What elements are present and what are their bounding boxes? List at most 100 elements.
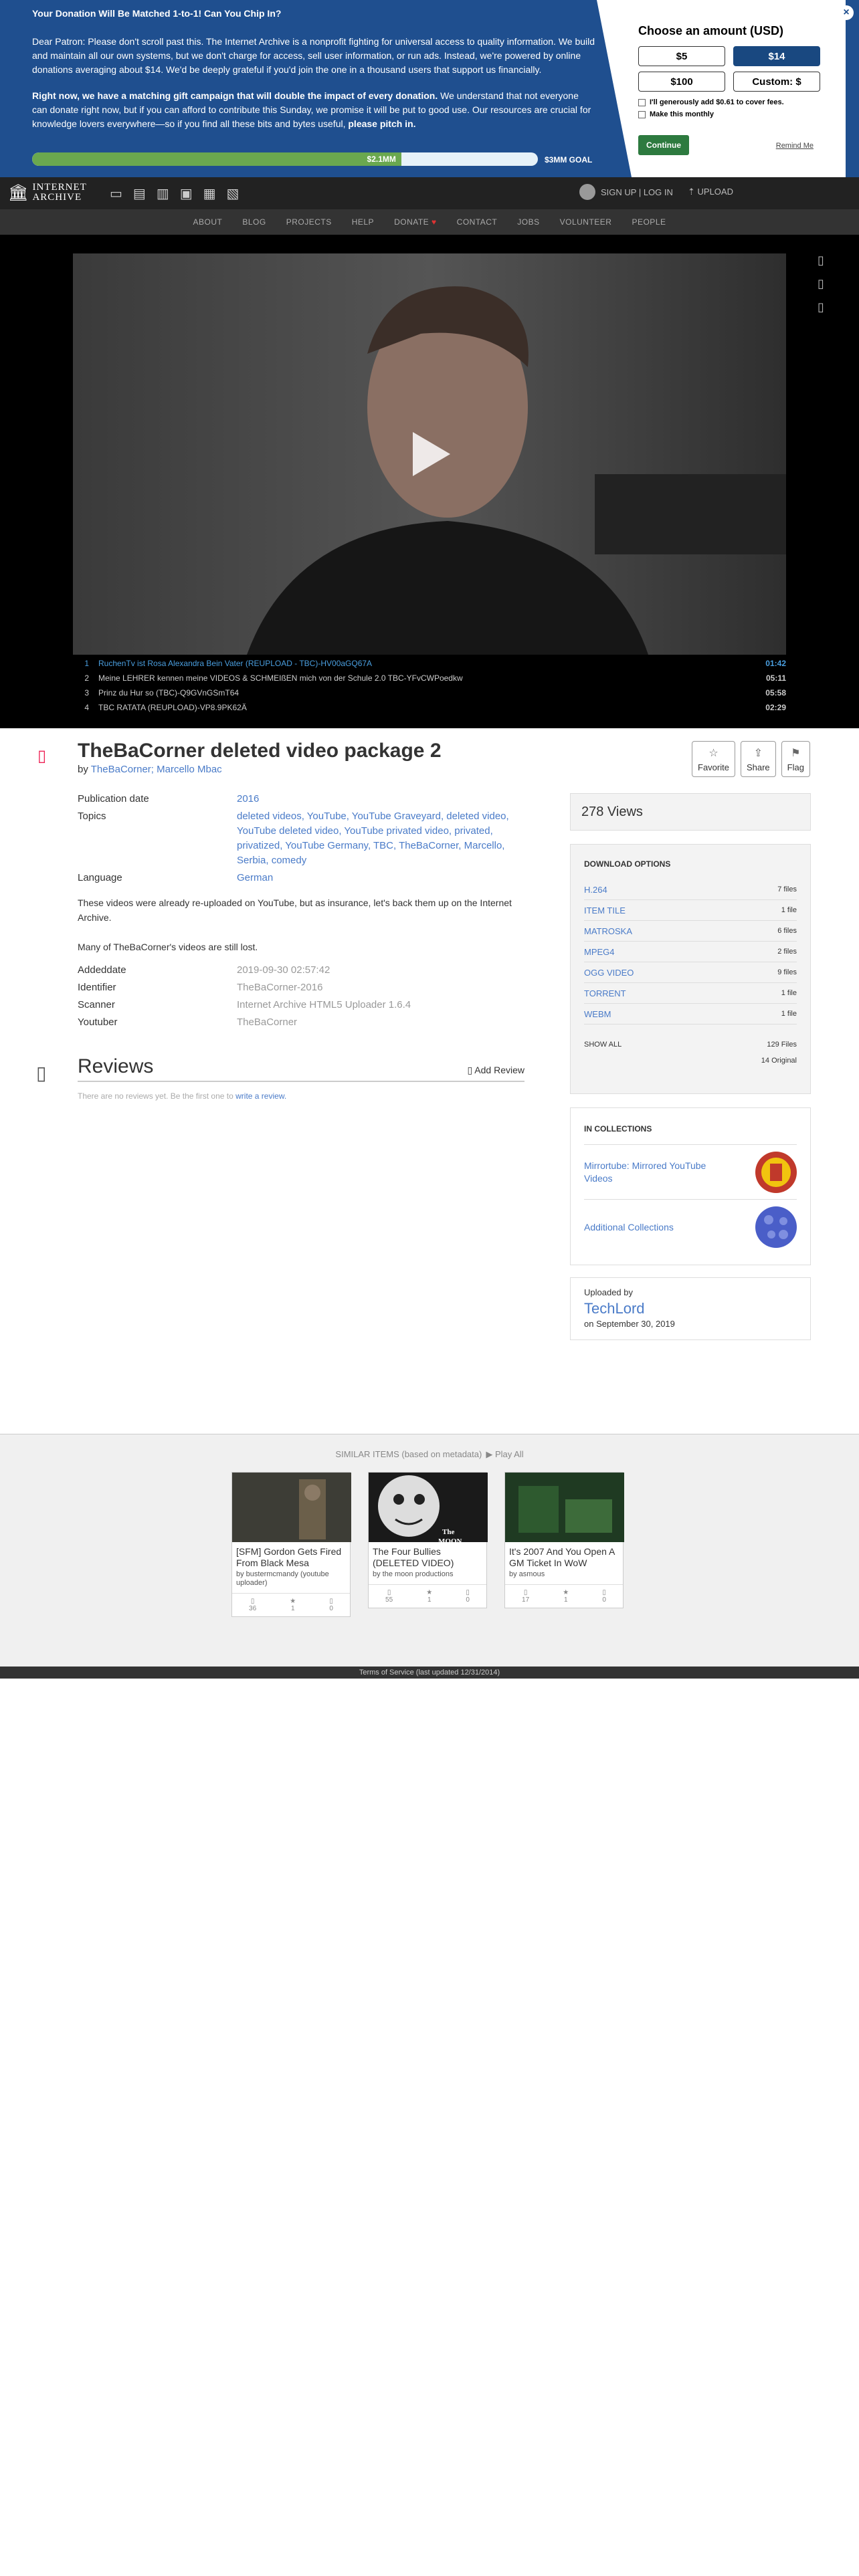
format-link[interactable]: MATROSKA	[584, 926, 632, 936]
format-link[interactable]: H.264	[584, 885, 607, 895]
track-title: Prinz du Hur so (TBC)-Q9GVnGSmT64	[98, 688, 240, 697]
nav-contact[interactable]: CONTACT	[457, 217, 498, 227]
nav-volunteer[interactable]: VOLUNTEER	[560, 217, 612, 227]
item-metadata-extra: Addeddate 2019-09-30 02:57:42 Identifier T…	[78, 963, 533, 1033]
creator-link[interactable]: TheBaCorner; Marcello Mbac	[91, 764, 222, 775]
format-link[interactable]: OGG VIDEO	[584, 968, 634, 978]
similar-item-thumbnail[interactable]	[232, 1473, 351, 1542]
similar-item-thumbnail[interactable]: The MOON	[369, 1473, 488, 1542]
meta-key: Identifier	[78, 982, 116, 993]
play-icon: ▶	[486, 1449, 495, 1459]
format-link[interactable]: WEBM	[584, 1009, 611, 1019]
meta-value-link[interactable]: 2016	[237, 792, 533, 807]
similar-item-thumbnail[interactable]	[505, 1473, 624, 1542]
meta-key: Addeddate	[78, 964, 126, 976]
download-row[interactable]: MATROSKA 6 files	[584, 921, 797, 942]
collections-box: IN COLLECTIONS Mirrortube: Mirrored YouT…	[570, 1107, 811, 1265]
web-icon[interactable]: ▭	[110, 185, 122, 202]
continue-button[interactable]: Continue	[638, 135, 689, 155]
amount-5-button[interactable]: $5	[638, 46, 725, 66]
write-review-link[interactable]: write a review.	[235, 1091, 286, 1101]
download-row[interactable]: TORRENT 1 file	[584, 983, 797, 1004]
similar-item-card[interactable]: The MOON The Four Bullies (DELETED VIDEO)…	[368, 1472, 488, 1608]
favorites-stat: ★ 1	[426, 1589, 433, 1604]
thumbnail-image	[505, 1473, 624, 1542]
video-player[interactable]	[73, 253, 786, 655]
nav-about[interactable]: ABOUT	[193, 217, 222, 227]
collection-thumbnail[interactable]	[755, 1206, 797, 1248]
language-link[interactable]: German	[237, 871, 533, 885]
video-icon[interactable]: ▥	[157, 185, 169, 202]
similar-item-card[interactable]: It's 2007 And You Open A GM Ticket In Wo…	[504, 1472, 624, 1608]
signup-login-link[interactable]: SIGN UP | LOG IN	[579, 184, 673, 200]
cover-fees-label: I'll generously add $0.61 to cover fees.	[650, 98, 784, 106]
playlist-item[interactable]: 1 RuchenTv ist Rosa Alexandra Bein Vater …	[73, 656, 786, 671]
download-row[interactable]: OGG VIDEO 9 files	[584, 962, 797, 983]
uploader-link[interactable]: TechLord	[584, 1300, 797, 1317]
upload-link[interactable]: ⇡ UPLOAD	[688, 187, 733, 197]
nav-jobs[interactable]: JOBS	[517, 217, 539, 227]
topics-links[interactable]: deleted videos, YouTube, YouTube Graveya…	[237, 809, 533, 868]
play-icon[interactable]	[413, 432, 450, 476]
similar-item-stats: ▯ 55 ★ 1 ▯ 0	[369, 1584, 486, 1608]
download-row[interactable]: MPEG4 2 files	[584, 942, 797, 962]
nav-help[interactable]: HELP	[352, 217, 374, 227]
collection-thumbnail[interactable]	[755, 1151, 797, 1193]
download-row[interactable]: WEBM 1 file	[584, 1004, 797, 1025]
amount-14-button[interactable]: $14	[733, 46, 820, 66]
item-actions: ☆ Favorite ⇪ Share ⚑ Flag	[692, 741, 810, 777]
item-title: TheBaCorner deleted video package 2	[78, 740, 442, 762]
nav-projects[interactable]: PROJECTS	[286, 217, 332, 227]
similar-item-title[interactable]: [SFM] Gordon Gets Fired From Black Mesa	[232, 1542, 350, 1570]
add-review-button[interactable]: ▯ Add Review	[467, 1065, 524, 1076]
internet-archive-logo[interactable]: 🏛 INTERNET ARCHIVE	[8, 183, 87, 203]
share-label: Share	[746, 762, 770, 772]
additional-collections-image	[755, 1206, 797, 1248]
playlist-item[interactable]: 4 TBC RATATA (REUPLOAD)-VP8.9PK62Ä 02:29	[73, 700, 786, 715]
settings-icon[interactable]: ▯	[818, 277, 824, 291]
collection-item[interactable]: Additional Collections	[584, 1200, 797, 1255]
track-duration: 02:29	[765, 703, 786, 712]
collection-item[interactable]: Mirrortube: Mirrored YouTube Videos	[584, 1145, 797, 1200]
collection-link[interactable]: Additional Collections	[584, 1221, 731, 1234]
amount-100-button[interactable]: $100	[638, 72, 725, 92]
remind-me-link[interactable]: Remind Me	[776, 142, 814, 150]
collection-link[interactable]: Mirrortube: Mirrored YouTube Videos	[584, 1160, 731, 1185]
choose-amount-label: Choose an amount (USD)	[638, 24, 784, 37]
nav-people[interactable]: PEOPLE	[632, 217, 666, 227]
similar-item-title[interactable]: The Four Bullies (DELETED VIDEO)	[369, 1542, 486, 1570]
format-link[interactable]: ITEM TILE	[584, 905, 626, 916]
software-icon[interactable]: ▦	[203, 185, 216, 202]
audio-icon[interactable]: ▣	[180, 185, 193, 202]
images-icon[interactable]: ▧	[227, 185, 240, 202]
cover-fees-checkbox[interactable]: I'll generously add $0.61 to cover fees.	[638, 98, 839, 106]
share-button[interactable]: ⇪ Share	[740, 741, 776, 777]
custom-amount-input[interactable]: Custom: $	[733, 72, 820, 92]
format-link[interactable]: MPEG4	[584, 947, 615, 957]
format-link[interactable]: TORRENT	[584, 988, 626, 998]
close-icon[interactable]: ×	[839, 5, 854, 20]
monthly-checkbox[interactable]: Make this monthly	[638, 110, 839, 118]
show-all-link[interactable]: SHOW ALL	[584, 1041, 622, 1049]
terms-footer[interactable]: Terms of Service (last updated 12/31/201…	[0, 1667, 859, 1679]
similar-item-stats: ▯ 36 ★ 1 ▯ 0	[232, 1593, 350, 1616]
download-row[interactable]: H.264 7 files	[584, 879, 797, 900]
playlist-item[interactable]: 3 Prinz du Hur so (TBC)-Q9GVnGSmT64 05:58	[73, 685, 786, 700]
nav-blog[interactable]: BLOG	[242, 217, 266, 227]
texts-icon[interactable]: ▤	[133, 185, 146, 202]
meta-value: 2019-09-30 02:57:42	[237, 964, 330, 976]
flag-button[interactable]: ⚑ Flag	[781, 741, 810, 777]
nav-donate[interactable]: DONATE ♥	[394, 217, 437, 227]
download-row[interactable]: ITEM TILE 1 file	[584, 900, 797, 921]
favorite-button[interactable]: ☆ Favorite	[692, 741, 735, 777]
similar-item-title[interactable]: It's 2007 And You Open A GM Ticket In Wo…	[505, 1542, 623, 1570]
top-nav: 🏛 INTERNET ARCHIVE ▭ ▤ ▥ ▣ ▦ ▧ SIGN UP |…	[0, 177, 859, 209]
banner-para1: Dear Patron: Please don't scroll past th…	[32, 36, 595, 75]
playlist-icon[interactable]: ▯	[818, 300, 824, 314]
fullscreen-icon[interactable]: ▯	[818, 253, 824, 267]
play-all-link[interactable]: ▶ Play All	[486, 1449, 523, 1459]
flag-label: Flag	[787, 762, 804, 772]
original-files: 14 Original	[761, 1057, 797, 1065]
similar-item-card[interactable]: [SFM] Gordon Gets Fired From Black Mesa …	[231, 1472, 351, 1617]
playlist-item[interactable]: 2 Meine LEHRER kennen meine VIDEOS & SCHM…	[73, 671, 786, 685]
